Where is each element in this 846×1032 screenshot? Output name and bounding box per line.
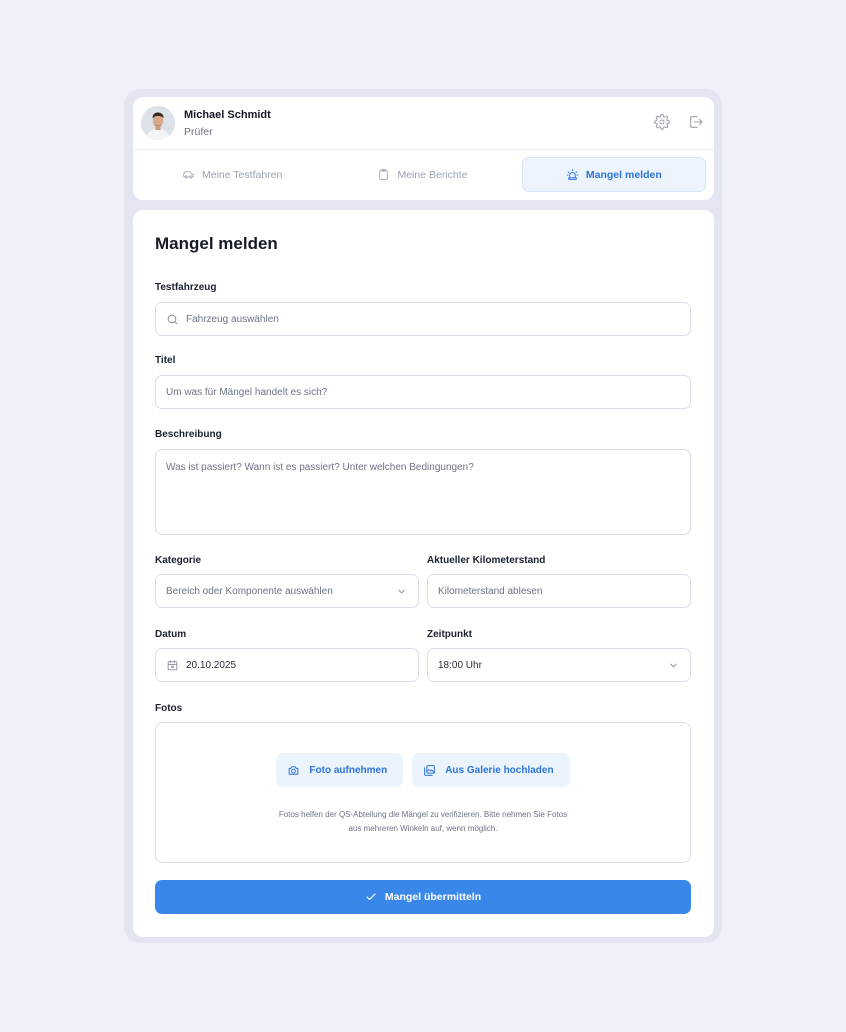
submit-label: Mangel übermitteln bbox=[384, 891, 482, 903]
avatar bbox=[141, 106, 175, 140]
description-label: Beschreibung bbox=[155, 429, 222, 440]
user-role: Prüfer bbox=[184, 125, 213, 138]
tab-label: Meine Testfahren bbox=[201, 168, 283, 181]
chevron-down-icon bbox=[398, 589, 405, 594]
photo-hint-line: Fotos helfen der QS-Abteilung die Mängel… bbox=[278, 810, 568, 819]
siren-icon bbox=[566, 169, 579, 180]
category-label: Kategorie bbox=[155, 555, 202, 566]
photo-hint-line: aus mehreren Winkeln auf, wenn möglich. bbox=[348, 823, 498, 833]
page-title: Mangel melden bbox=[155, 234, 278, 253]
report-form: Mangel melden Testfahrzeug Fahrzeug ausw… bbox=[133, 210, 714, 937]
header-card: Michael Schmidt Prüfer Meine Testfahren bbox=[133, 97, 714, 200]
submit-button[interactable]: Mangel übermitteln bbox=[155, 880, 691, 914]
description-placeholder: Was ist passiert? Wann ist es passiert? … bbox=[166, 462, 474, 473]
search-icon bbox=[167, 314, 178, 324]
user-name: Michael Schmidt bbox=[184, 108, 271, 121]
check-icon bbox=[366, 893, 376, 901]
mileage-label: Aktueller Kilometerstand bbox=[427, 555, 546, 566]
description-textarea[interactable]: Was ist passiert? Wann ist es passiert? … bbox=[155, 449, 691, 535]
title-input[interactable]: Um was für Mängel handelt es sich? bbox=[155, 375, 691, 409]
upload-gallery-label: Aus Galerie hochladen bbox=[445, 764, 554, 776]
tab-bar: Meine Testfahren Meine Berichte Mangel m… bbox=[141, 157, 706, 192]
tab-label: Mangel melden bbox=[585, 168, 662, 181]
take-photo-label: Foto aufnehmen bbox=[309, 764, 388, 776]
take-photo-button[interactable]: Foto aufnehmen bbox=[276, 753, 404, 787]
header-divider bbox=[133, 149, 714, 150]
vehicle-search-input[interactable]: Fahrzeug auswählen bbox=[155, 302, 691, 336]
car-icon bbox=[183, 171, 194, 179]
date-value: 20.10.2025 bbox=[186, 659, 237, 671]
camera-icon bbox=[289, 765, 299, 775]
tab-meine-berichte[interactable]: Meine Berichte bbox=[331, 157, 513, 192]
title-label: Titel bbox=[155, 355, 176, 366]
category-select[interactable]: Bereich oder Komponente auswählen bbox=[155, 574, 419, 608]
vehicle-label: Testfahrzeug bbox=[155, 282, 217, 293]
upload-gallery-button[interactable]: Aus Galerie hochladen bbox=[412, 753, 570, 787]
category-placeholder: Bereich oder Komponente auswählen bbox=[166, 585, 333, 597]
chevron-down-icon bbox=[670, 663, 677, 668]
tab-label: Meine Berichte bbox=[397, 168, 468, 181]
user-profile[interactable]: Michael Schmidt Prüfer bbox=[141, 105, 271, 141]
mileage-input[interactable]: Kilometerstand ablesen bbox=[427, 574, 691, 608]
mileage-placeholder: Kilometerstand ablesen bbox=[438, 585, 543, 597]
vehicle-placeholder: Fahrzeug auswählen bbox=[186, 313, 279, 325]
title-placeholder: Um was für Mängel handelt es sich? bbox=[166, 386, 328, 398]
photo-hint: Fotos helfen der QS-Abteilung die Mängel… bbox=[156, 808, 690, 835]
tab-meine-testfahren[interactable]: Meine Testfahren bbox=[141, 157, 323, 192]
photo-upload-area[interactable]: Foto aufnehmen Aus Galerie hochladen Fot… bbox=[155, 722, 691, 863]
tab-mangel-melden[interactable]: Mangel melden bbox=[521, 157, 706, 192]
date-input[interactable]: 20.10.2025 bbox=[155, 648, 419, 682]
gallery-icon bbox=[424, 764, 436, 776]
calendar-icon bbox=[167, 659, 178, 670]
gear-icon[interactable] bbox=[654, 114, 670, 130]
logout-icon[interactable] bbox=[688, 114, 704, 130]
time-value: 18:00 Uhr bbox=[438, 659, 482, 671]
time-label: Zeitpunkt bbox=[427, 629, 472, 640]
photos-label: Fotos bbox=[155, 703, 183, 714]
date-label: Datum bbox=[155, 629, 187, 640]
clipboard-icon bbox=[379, 168, 389, 180]
time-select[interactable]: 18:00 Uhr bbox=[427, 648, 691, 682]
